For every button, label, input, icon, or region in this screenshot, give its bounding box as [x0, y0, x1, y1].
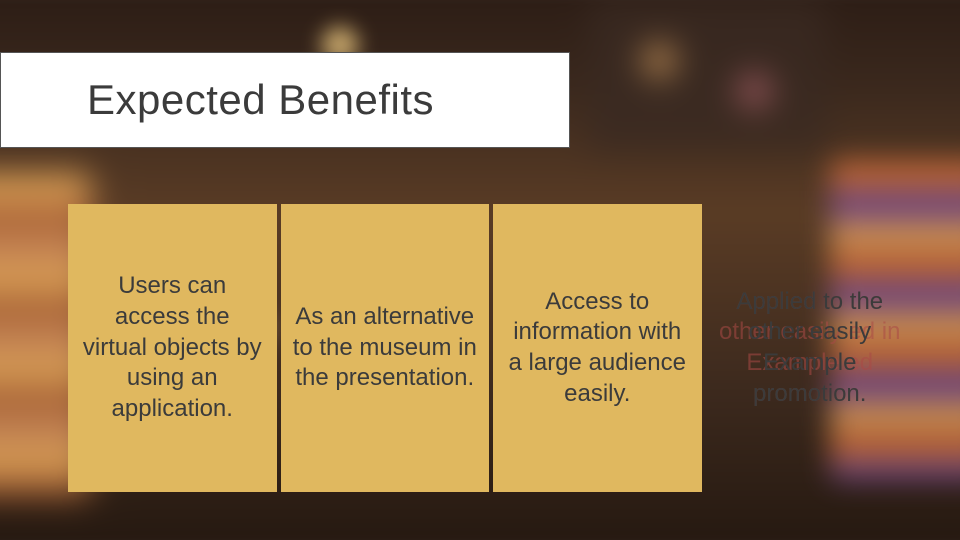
- benefits-row: Users can access the virtual objects by …: [68, 204, 914, 492]
- benefit-text-1: Users can access the virtual objects by …: [80, 271, 265, 425]
- benefit-text-2: As an alternative to the museum in the p…: [293, 302, 478, 394]
- benefit-card-4: Applied to the other easily ed in Exampl…: [706, 204, 915, 492]
- benefit-text-3: Access to information with a large audie…: [505, 287, 690, 410]
- benefit-text-4: Applied to the other easily Example prom…: [718, 287, 903, 410]
- title-box: Expected Benefits: [0, 52, 570, 148]
- benefit-card-1: Users can access the virtual objects by …: [68, 204, 277, 492]
- benefit-card-3: Access to information with a large audie…: [493, 204, 702, 492]
- benefit-card-2: As an alternative to the museum in the p…: [281, 204, 490, 492]
- slide-title: Expected Benefits: [87, 76, 434, 124]
